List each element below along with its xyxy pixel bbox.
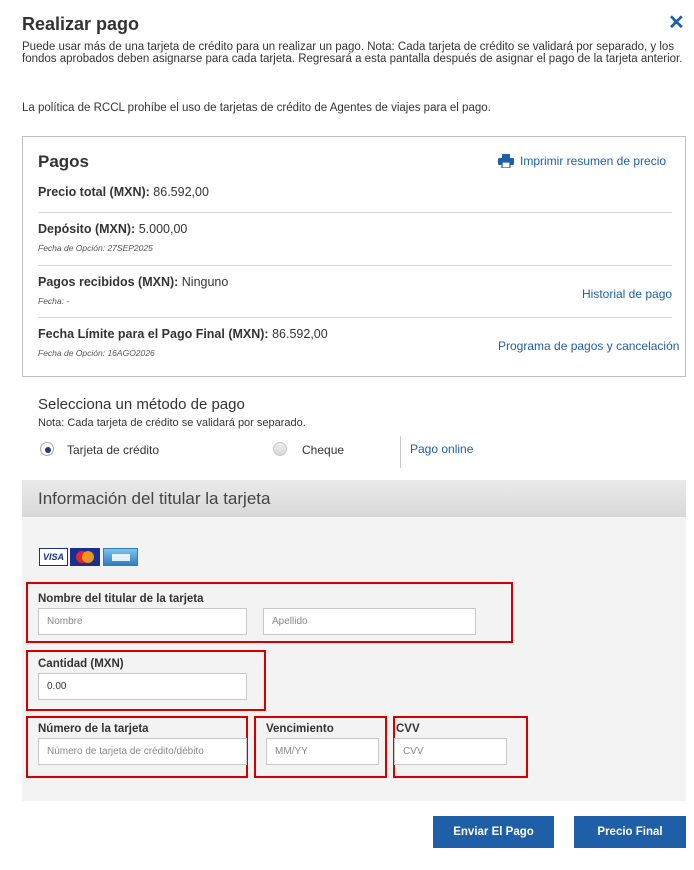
check-radio[interactable] [273,442,287,456]
cardholder-name-label: Nombre del titular de la tarjeta [38,593,204,605]
final-payment-value: 86.592,00 [268,327,328,341]
card-number-input[interactable] [38,738,247,765]
received-label: Pagos recibidos (MXN): [38,275,179,289]
final-payment-row: Fecha Límite para el Pago Final (MXN): 8… [38,327,328,341]
print-link-label: Imprimir resumen de precio [520,154,667,168]
amex-logo [103,548,138,566]
final-price-button[interactable]: Precio Final [574,816,686,848]
received-row: Pagos recibidos (MXN): Ninguno [38,275,228,289]
amex-stripe [112,554,130,561]
check-option-label[interactable]: Cheque [302,443,344,457]
cvv-label: CVV [396,723,420,735]
amount-input[interactable] [38,673,247,700]
print-price-summary-link[interactable]: Imprimir resumen de precio [498,154,667,169]
policy-text: La política de RCCL prohíbe el uso de ta… [22,102,491,114]
amount-label: Cantidad (MXN) [38,658,124,670]
modal-title: Realizar pago [22,14,140,34]
total-price-row: Precio total (MXN): 86.592,00 [38,185,209,199]
visa-logo: VISA [39,548,68,566]
last-name-input[interactable] [263,608,476,635]
first-name-input[interactable] [38,608,247,635]
divider [38,317,672,318]
payment-history-link[interactable]: Historial de pago [582,287,672,301]
online-payment-link[interactable]: Pago online [410,442,473,456]
card-number-label: Número de la tarjeta [38,723,149,735]
mastercard-logo [70,548,100,566]
divider [38,265,672,266]
mastercard-circles-icon [76,551,94,563]
total-price-label: Precio total (MXN): [38,185,150,199]
intro-text: Puede usar más de una tarjeta de crédito… [22,41,683,65]
credit-card-radio[interactable] [40,442,54,456]
payment-schedule-link[interactable]: Programa de pagos y cancelación [498,339,679,353]
deposit-value: 5.000,00 [135,222,188,236]
total-price-value: 86.592,00 [149,185,209,199]
visa-logo-text: VISA [42,552,64,562]
printer-icon [498,154,514,169]
received-value: Ninguno [178,275,229,289]
method-divider [400,436,401,468]
payment-method-title: Selecciona un método de pago [38,396,245,413]
divider [38,212,672,213]
deposit-date: Fecha de Opción: 27SEP2025 [38,243,153,253]
cardholder-section-title: Información del titular la tarjeta [38,489,271,508]
payment-method-note: Nota: Cada tarjeta de crédito se validar… [38,417,306,429]
final-payment-label: Fecha Límite para el Pago Final (MXN): [38,327,269,341]
payments-title: Pagos [38,152,90,171]
received-date: Fecha: - [38,296,70,306]
final-payment-date: Fecha de Opción: 16AGO2026 [38,348,155,358]
submit-payment-button[interactable]: Enviar El Pago [433,816,554,848]
cvv-input[interactable] [394,738,507,765]
close-icon[interactable]: ✕ [668,13,685,33]
credit-card-option-label[interactable]: Tarjeta de crédito [67,443,159,457]
deposit-label: Depósito (MXN): [38,222,136,236]
expiry-label: Vencimiento [266,723,334,735]
expiry-input[interactable] [266,738,379,765]
deposit-row: Depósito (MXN): 5.000,00 [38,222,187,236]
